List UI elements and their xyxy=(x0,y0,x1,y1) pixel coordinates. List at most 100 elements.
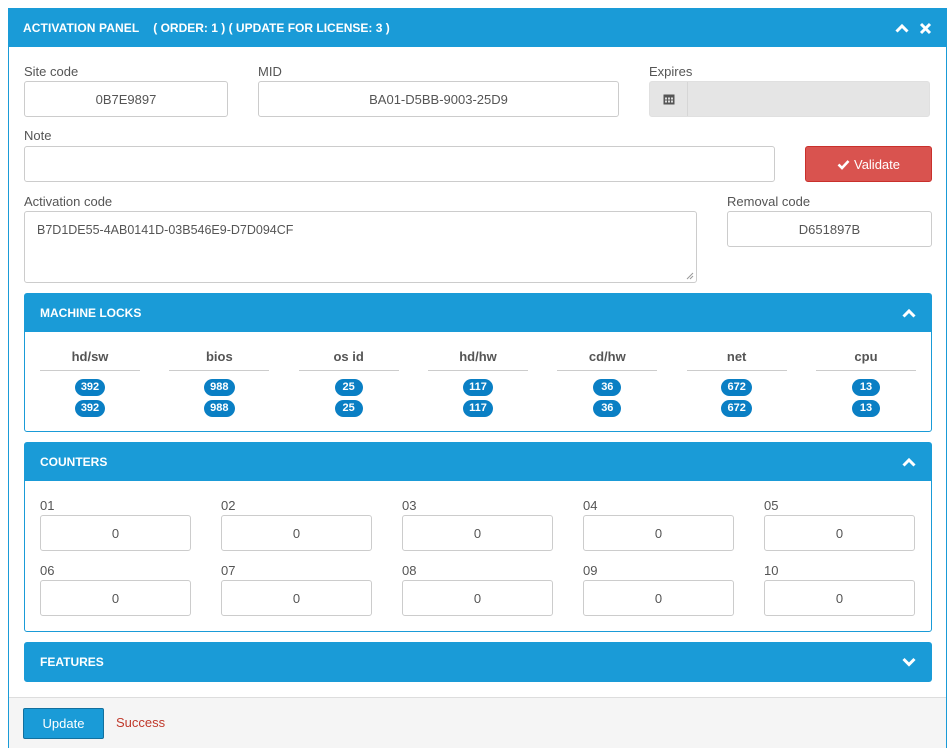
lock-column-header: hd/sw xyxy=(40,349,140,371)
lock-value-badge: 988 xyxy=(204,400,235,417)
close-icon xyxy=(919,22,932,34)
counter-item: 05 0 xyxy=(764,498,915,551)
machine-locks-table: hd/sw 392 392 bios 988 988 os id 25 25 h… xyxy=(25,332,931,420)
counter-label: 05 xyxy=(764,498,779,513)
activation-code-textarea[interactable]: B7D1DE55-4AB0141D-03B546E9-D7D094CF xyxy=(24,211,697,283)
lock-column-header: cpu xyxy=(815,349,916,371)
validate-label: Validate xyxy=(853,156,900,172)
counter-item: 07 0 xyxy=(221,563,372,616)
mid-input[interactable]: BA01-D5BB-9003-25D9 xyxy=(258,81,619,117)
expires-label: Expires xyxy=(649,64,693,79)
counter-input[interactable]: 0 xyxy=(221,515,372,551)
lock-value-badge: 13 xyxy=(851,400,880,417)
counter-input[interactable]: 0 xyxy=(402,580,553,616)
counter-item: 01 0 xyxy=(40,498,191,551)
calendar-addon[interactable] xyxy=(650,82,688,116)
lock-column-header: hd/hw xyxy=(427,349,528,371)
lock-value-badge: 36 xyxy=(593,379,622,396)
counters-grid: 01 0 02 0 03 0 04 0 05 0 06 0 07 0 08 0 … xyxy=(25,481,931,631)
counter-label: 08 xyxy=(402,563,417,578)
update-button[interactable]: Update xyxy=(23,708,104,739)
lock-value-badge: 117 xyxy=(463,379,493,396)
counter-item: 03 0 xyxy=(402,498,553,551)
collapse-panel-button[interactable] xyxy=(895,23,909,33)
counters-title: COUNTERS xyxy=(40,455,108,469)
expires-input xyxy=(649,81,930,117)
site-code-input[interactable]: 0B7E9897 xyxy=(24,81,228,117)
removal-code-label: Removal code xyxy=(727,194,811,209)
lock-column: hd/sw 392 392 xyxy=(40,349,140,420)
panel-title: ACTIVATION PANEL xyxy=(23,21,140,35)
lock-column: cpu 13 13 xyxy=(815,349,916,420)
lock-column: os id 25 25 xyxy=(298,349,399,420)
counter-item: 06 0 xyxy=(40,563,191,616)
counter-input[interactable]: 0 xyxy=(40,515,191,551)
counter-label: 03 xyxy=(402,498,417,513)
counter-label: 10 xyxy=(764,563,779,578)
lock-value-badge: 392 xyxy=(74,379,106,396)
lock-value-badge: 672 xyxy=(721,400,752,417)
counter-label: 02 xyxy=(221,498,236,513)
lock-column: cd/hw 36 36 xyxy=(557,349,658,420)
counter-item: 02 0 xyxy=(221,498,372,551)
calendar-icon xyxy=(663,94,674,105)
counter-input[interactable]: 0 xyxy=(402,515,553,551)
resize-grip-icon[interactable] xyxy=(686,272,694,280)
features-header[interactable]: FEATURES xyxy=(25,643,931,681)
counter-label: 09 xyxy=(583,563,598,578)
counter-input[interactable]: 0 xyxy=(764,580,915,616)
status-message: Success xyxy=(116,715,166,730)
features-panel: FEATURES xyxy=(24,642,932,682)
counter-item: 04 0 xyxy=(583,498,734,551)
check-icon xyxy=(837,159,850,170)
lock-value-badge: 392 xyxy=(74,400,106,417)
machine-locks-panel: MACHINE LOCKS hd/sw 392 392 bios 988 988… xyxy=(24,293,932,432)
counter-label: 01 xyxy=(40,498,55,513)
lock-column: hd/hw 117 117 xyxy=(427,349,528,420)
counter-input[interactable]: 0 xyxy=(40,580,191,616)
note-label: Note xyxy=(24,128,52,143)
lock-value-badge: 25 xyxy=(334,379,363,396)
site-code-label: Site code xyxy=(24,64,79,79)
counter-input[interactable]: 0 xyxy=(583,515,734,551)
note-input[interactable] xyxy=(24,146,775,182)
lock-column-header: cd/hw xyxy=(557,349,658,371)
counter-label: 07 xyxy=(221,563,236,578)
lock-column: net 672 672 xyxy=(686,349,787,420)
lock-value-badge: 988 xyxy=(204,379,235,396)
counter-item: 09 0 xyxy=(583,563,734,616)
validate-button[interactable]: Validate xyxy=(805,146,932,182)
lock-value-badge: 25 xyxy=(334,400,363,417)
machine-locks-title: MACHINE LOCKS xyxy=(40,306,142,320)
activation-panel: ACTIVATION PANEL ( ORDER: 1 ) ( UPDATE F… xyxy=(8,8,947,748)
activation-code-value: B7D1DE55-4AB0141D-03B546E9-D7D094CF xyxy=(37,223,294,237)
lock-column: bios 988 988 xyxy=(169,349,270,420)
close-panel-button[interactable] xyxy=(919,22,932,35)
lock-value-badge: 672 xyxy=(721,379,752,396)
counters-header[interactable]: COUNTERS xyxy=(25,443,931,481)
lock-column-header: net xyxy=(686,349,787,371)
chevron-up-icon[interactable] xyxy=(902,457,916,467)
lock-value-badge: 36 xyxy=(593,400,622,417)
lock-column-header: os id xyxy=(298,349,399,371)
lock-value-badge: 117 xyxy=(463,400,493,417)
counter-input[interactable]: 0 xyxy=(764,515,915,551)
counter-input[interactable]: 0 xyxy=(583,580,734,616)
lock-column-header: bios xyxy=(169,349,270,371)
panel-header: ACTIVATION PANEL ( ORDER: 1 ) ( UPDATE F… xyxy=(9,9,946,47)
machine-locks-header[interactable]: MACHINE LOCKS xyxy=(25,294,931,332)
activation-code-label: Activation code xyxy=(24,194,113,209)
chevron-up-icon xyxy=(895,23,909,33)
removal-code-input[interactable]: D651897B xyxy=(727,211,932,247)
counter-item: 10 0 xyxy=(764,563,915,616)
counter-label: 06 xyxy=(40,563,55,578)
chevron-down-icon[interactable] xyxy=(902,657,916,667)
chevron-up-icon[interactable] xyxy=(902,308,916,318)
counter-item: 08 0 xyxy=(402,563,553,616)
counter-input[interactable]: 0 xyxy=(221,580,372,616)
mid-label: MID xyxy=(258,64,282,79)
lock-value-badge: 13 xyxy=(851,379,880,396)
panel-subtitle: ( ORDER: 1 ) ( UPDATE FOR LICENSE: 3 ) xyxy=(153,21,390,35)
counters-panel: COUNTERS 01 0 02 0 03 0 04 0 05 0 06 0 0… xyxy=(24,442,932,632)
features-title: FEATURES xyxy=(40,655,104,669)
